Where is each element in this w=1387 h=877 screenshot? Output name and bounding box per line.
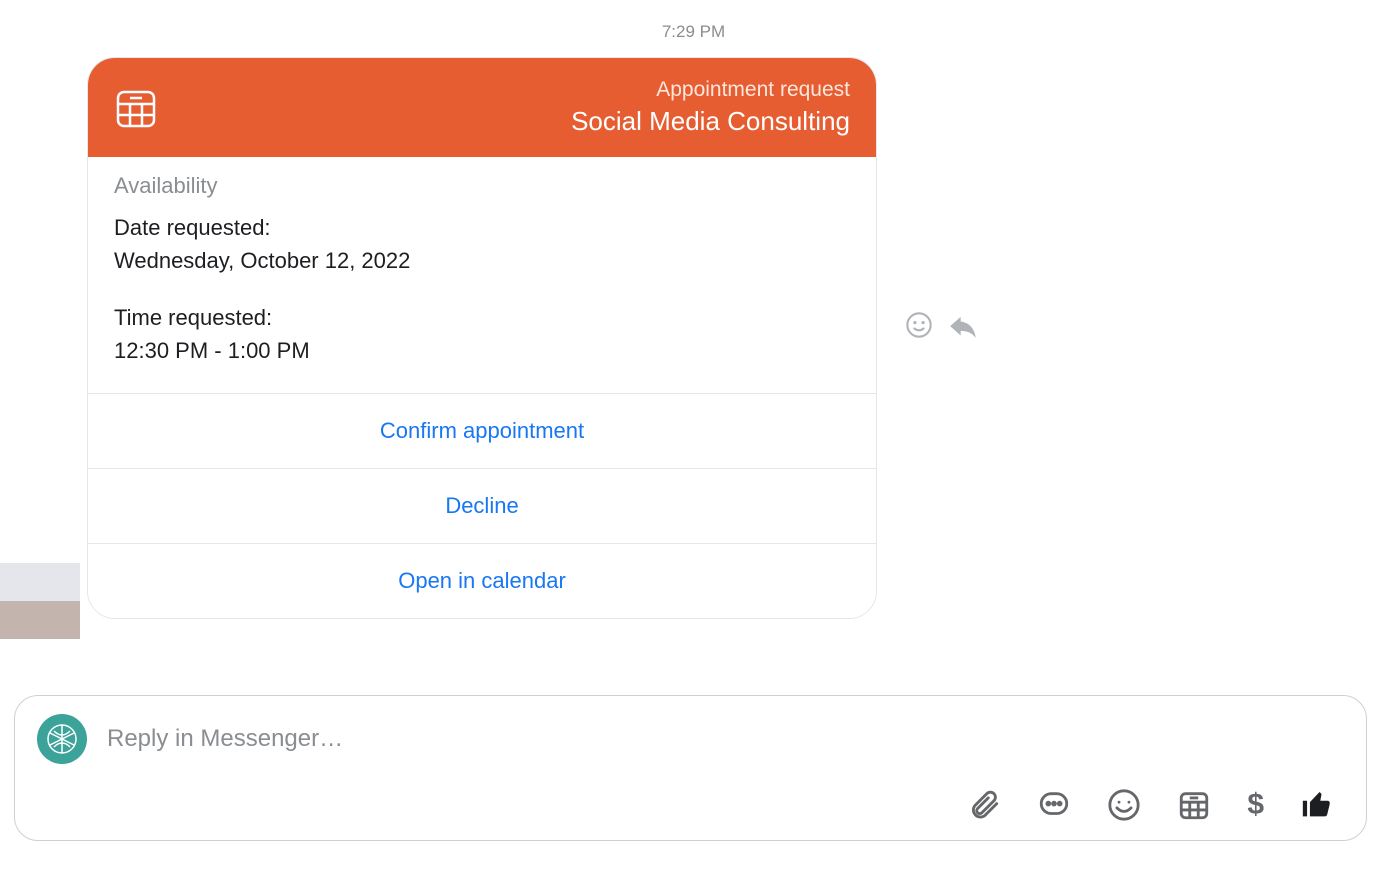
time-requested-label: Time requested: (114, 301, 850, 334)
avatar-leaf-icon (45, 722, 79, 756)
card-title: Social Media Consulting (571, 106, 850, 137)
payment-icon[interactable]: $ (1247, 788, 1264, 822)
open-in-calendar-button[interactable]: Open in calendar (88, 543, 876, 618)
message-timestamp: 7:29 PM (0, 0, 1387, 57)
react-smile-icon[interactable] (905, 311, 933, 339)
emoji-icon[interactable] (1107, 788, 1141, 822)
date-requested-label: Date requested: (114, 211, 850, 244)
card-header-text: Appointment request Social Media Consult… (571, 78, 850, 137)
card-body: Availability Date requested: Wednesday, … (88, 157, 876, 393)
composer-toolbar: $ (37, 788, 1344, 822)
reply-input[interactable] (107, 725, 1344, 753)
calendar-icon (112, 84, 160, 132)
composer-top-row (37, 714, 1344, 764)
avatar-strip-bottom (0, 601, 80, 639)
reply-arrow-icon[interactable] (949, 311, 977, 339)
user-avatar[interactable] (37, 714, 87, 764)
card-subtitle: Appointment request (571, 78, 850, 102)
date-requested-value: Wednesday, October 12, 2022 (114, 244, 850, 277)
time-requested-group: Time requested: 12:30 PM - 1:00 PM (114, 301, 850, 367)
decline-button[interactable]: Decline (88, 468, 876, 543)
avatar-strip (0, 563, 80, 639)
message-actions (905, 311, 977, 619)
time-requested-value: 12:30 PM - 1:00 PM (114, 334, 850, 367)
calendar-toolbar-icon[interactable] (1177, 788, 1211, 822)
availability-label: Availability (114, 173, 850, 199)
date-requested-group: Date requested: Wednesday, October 12, 2… (114, 211, 850, 277)
avatar-strip-top (0, 563, 80, 601)
thumbs-up-icon[interactable] (1300, 788, 1334, 822)
attachment-icon[interactable] (967, 788, 1001, 822)
message-row: Appointment request Social Media Consult… (0, 57, 1387, 619)
confirm-appointment-button[interactable]: Confirm appointment (88, 393, 876, 468)
saved-replies-icon[interactable] (1037, 788, 1071, 822)
card-header: Appointment request Social Media Consult… (88, 58, 876, 157)
message-composer: $ (14, 695, 1367, 841)
appointment-card: Appointment request Social Media Consult… (87, 57, 877, 619)
